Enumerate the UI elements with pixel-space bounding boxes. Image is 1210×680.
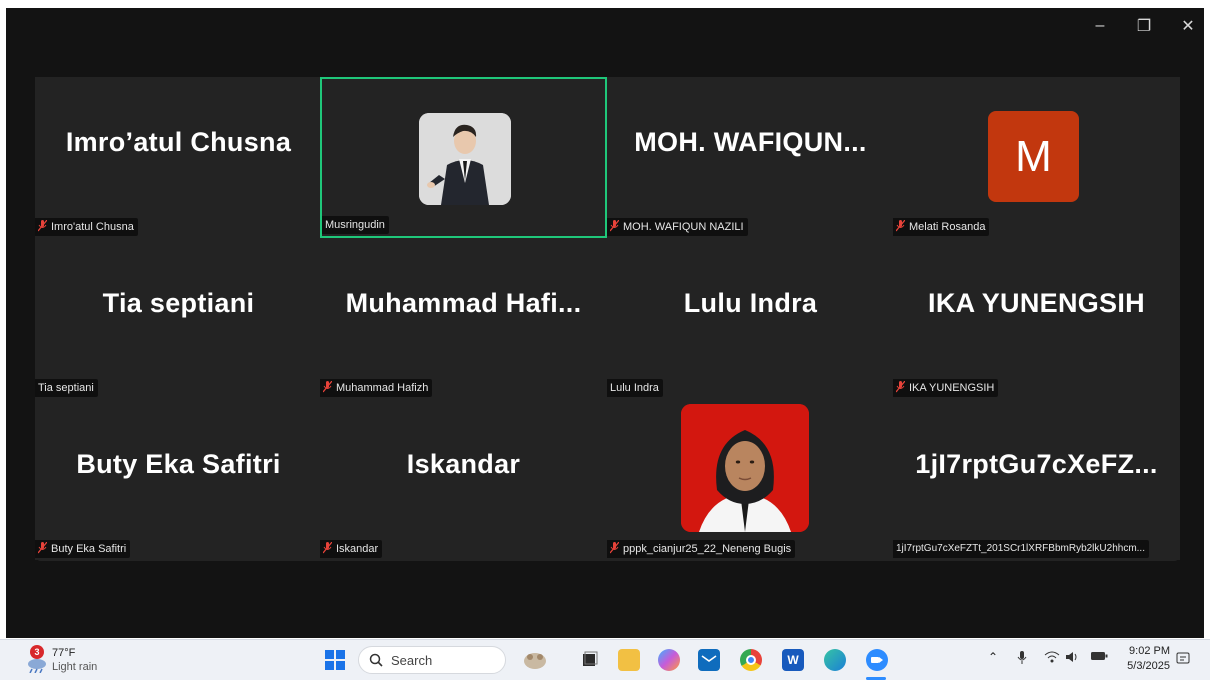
participant-name-label: Buty Eka Safitri xyxy=(35,540,131,558)
participant-name: Musringudin xyxy=(325,219,385,231)
gallery-view: Imro’atul Chusna Imro'atul Chusna Musrin… xyxy=(35,77,1180,561)
zoom-icon[interactable] xyxy=(866,649,888,671)
participant-tile-active-speaker[interactable]: Musringudin xyxy=(320,77,607,238)
participant-tile[interactable]: Lulu Indra Lulu Indra xyxy=(607,238,894,399)
man-in-suit-avatar xyxy=(419,113,511,205)
participant-tile[interactable]: Muhammad Hafi... Muhammad Hafizh xyxy=(320,238,607,399)
participant-name-label: Musringudin xyxy=(322,216,389,234)
mic-muted-icon xyxy=(323,542,332,554)
participant-name-label: 1jI7rptGu7cXeFZTt_201SCr1lXRFBbmRyb2lkU2… xyxy=(893,540,1149,558)
weather-condition: Light rain xyxy=(52,661,98,673)
participant-name: 1jI7rptGu7cXeFZTt_201SCr1lXRFBbmRyb2lkU2… xyxy=(896,543,1145,554)
participant-display-name: IKA YUNENGSIH xyxy=(928,288,1145,318)
weather-temp: 77°F xyxy=(52,647,76,659)
mic-muted-icon xyxy=(610,542,619,554)
restore-button[interactable]: ❐ xyxy=(1122,8,1166,44)
participant-display-name: 1jI7rptGu7cXeFZ... xyxy=(915,449,1158,479)
clock-time: 9:02 PM xyxy=(1129,645,1170,657)
participant-name: MOH. WAFIQUN NAZILI xyxy=(623,221,744,233)
mail-icon[interactable] xyxy=(698,649,720,671)
rain-cloud-icon xyxy=(28,659,46,673)
weather-widget[interactable]: 3 77°F Light rain xyxy=(24,643,134,677)
participant-avatar-photo xyxy=(419,113,511,205)
edge-icon[interactable] xyxy=(824,649,846,671)
participant-tile[interactable]: 1jI7rptGu7cXeFZ... 1jI7rptGu7cXeFZTt_201… xyxy=(893,399,1180,560)
participant-name-label: Tia septiani xyxy=(35,379,98,397)
task-view-icon[interactable] xyxy=(578,649,600,671)
minimize-button[interactable]: – xyxy=(1078,8,1122,44)
participant-tile[interactable]: Imro’atul Chusna Imro'atul Chusna xyxy=(35,77,322,238)
mic-muted-icon xyxy=(610,220,619,232)
participant-name: IKA YUNENGSIH xyxy=(909,382,995,394)
participant-name: Iskandar xyxy=(336,543,379,555)
participant-name-label: pppk_cianjur25_22_Neneng Bugis xyxy=(607,540,796,558)
search-icon xyxy=(369,653,383,667)
participant-tile[interactable]: M Melati Rosanda xyxy=(893,77,1180,238)
participant-tile[interactable]: Buty Eka Safitri Buty Eka Safitri xyxy=(35,399,322,560)
participant-display-name: Iskandar xyxy=(406,449,521,479)
widgets-icon[interactable] xyxy=(520,649,550,671)
participant-display-name: Buty Eka Safitri xyxy=(76,449,281,479)
participant-avatar-photo xyxy=(681,404,809,532)
participant-name-label: Imro'atul Chusna xyxy=(35,218,138,236)
windows-taskbar: 3 77°F Light rain Search W ⌃ 9:02 PM 5/3… xyxy=(0,639,1210,680)
word-icon[interactable]: W xyxy=(782,649,804,671)
mic-muted-icon xyxy=(896,381,905,393)
windows-start-icon[interactable] xyxy=(325,650,345,670)
battery-icon[interactable] xyxy=(1090,650,1108,662)
mic-muted-icon xyxy=(896,220,905,232)
participant-tile[interactable]: pppk_cianjur25_22_Neneng Bugis xyxy=(607,399,894,560)
file-explorer-icon[interactable] xyxy=(618,649,640,671)
participant-display-name: Lulu Indra xyxy=(683,288,818,318)
search-label: Search xyxy=(391,652,433,668)
taskbar-search-box[interactable]: Search xyxy=(358,646,506,674)
participant-name-label: Melati Rosanda xyxy=(893,218,990,236)
chrome-icon[interactable] xyxy=(740,649,762,671)
participant-name: Imro'atul Chusna xyxy=(51,221,134,233)
mic-muted-icon xyxy=(38,542,47,554)
participant-name: Buty Eka Safitri xyxy=(51,543,127,555)
participant-display-name: Muhammad Hafi... xyxy=(345,288,582,318)
participant-tile[interactable]: Tia septiani Tia septiani xyxy=(35,238,322,399)
show-hidden-icons-chevron-icon[interactable]: ⌃ xyxy=(988,650,998,664)
wifi-icon[interactable] xyxy=(1044,650,1060,664)
participant-name-label: Muhammad Hafizh xyxy=(320,379,433,397)
participant-avatar-letter: M xyxy=(988,111,1079,202)
participant-display-name: MOH. WAFIQUN... xyxy=(634,127,867,157)
participant-display-name: Tia septiani xyxy=(102,288,255,318)
woman-in-hijab-avatar xyxy=(681,404,809,532)
minimize-icon: – xyxy=(1095,17,1105,34)
close-icon: ✕ xyxy=(1181,18,1195,35)
taskbar-clock[interactable]: 9:02 PM 5/3/2025 xyxy=(1127,644,1170,674)
mic-muted-icon xyxy=(323,381,332,393)
volume-icon[interactable] xyxy=(1064,650,1080,664)
zoom-meeting-window: – ❐ ✕ Imro’atul Chusna Imro'atul Chusna xyxy=(6,8,1204,638)
participant-name-label: Iskandar xyxy=(320,540,383,558)
clock-date: 5/3/2025 xyxy=(1127,660,1170,672)
participant-tile[interactable]: MOH. WAFIQUN... MOH. WAFIQUN NAZILI xyxy=(607,77,894,238)
participant-name: Muhammad Hafizh xyxy=(336,382,429,394)
participant-tile[interactable]: IKA YUNENGSIH IKA YUNENGSIH xyxy=(893,238,1180,399)
notification-center-icon[interactable] xyxy=(1176,652,1190,666)
close-button[interactable]: ✕ xyxy=(1166,8,1210,44)
participant-name: Tia septiani xyxy=(38,382,94,394)
copilot-icon[interactable] xyxy=(658,649,680,671)
participant-name: Melati Rosanda xyxy=(909,221,986,233)
participant-name-label: MOH. WAFIQUN NAZILI xyxy=(607,218,748,236)
participant-name-label: IKA YUNENGSIH xyxy=(893,379,999,397)
participant-tile[interactable]: Iskandar Iskandar xyxy=(320,399,607,560)
restore-icon: ❐ xyxy=(1136,18,1152,35)
participant-name: Lulu Indra xyxy=(610,382,659,394)
participant-name: pppk_cianjur25_22_Neneng Bugis xyxy=(623,543,792,555)
mic-muted-icon xyxy=(38,220,47,232)
participant-display-name: Imro’atul Chusna xyxy=(65,127,292,157)
microphone-icon[interactable] xyxy=(1016,650,1028,666)
participant-name-label: Lulu Indra xyxy=(607,379,663,397)
